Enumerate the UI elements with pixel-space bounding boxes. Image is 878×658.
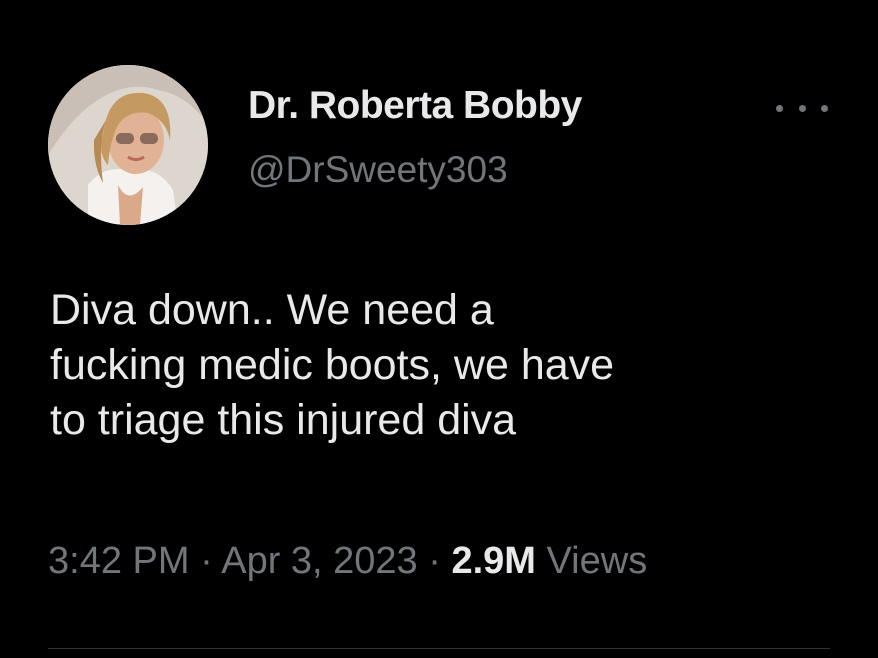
tweet-text-line: Diva down.. We need a (50, 286, 494, 334)
tweet-card: Dr. Roberta Bobby @DrSweety303 Diva down… (0, 0, 878, 658)
more-icon[interactable] (776, 88, 828, 128)
more-dot (798, 104, 806, 112)
divider (48, 648, 830, 649)
meta-separator: · (417, 540, 452, 582)
more-dot (821, 104, 828, 112)
display-name[interactable]: Dr. Roberta Bobby (248, 84, 582, 128)
user-handle[interactable]: @DrSweety303 (248, 149, 508, 191)
more-dot (776, 104, 783, 112)
meta-separator: · (189, 540, 222, 582)
tweet-text: Diva down.. We need a fucking medic boot… (50, 283, 850, 448)
tweet-date[interactable]: Apr 3, 2023 (221, 540, 417, 582)
tweet-text-line: to triage this injured diva (50, 396, 517, 444)
views-count[interactable]: 2.9M (451, 540, 535, 582)
tweet-text-line: fucking medic boots, we have (50, 341, 615, 389)
tweet-meta: 3:42 PM · Apr 3, 2023 · 2.9M Views (48, 540, 647, 583)
views-label[interactable]: Views (536, 540, 648, 582)
avatar[interactable] (48, 65, 208, 225)
profile-photo-icon (48, 65, 208, 225)
tweet-time[interactable]: 3:42 PM (48, 540, 190, 582)
